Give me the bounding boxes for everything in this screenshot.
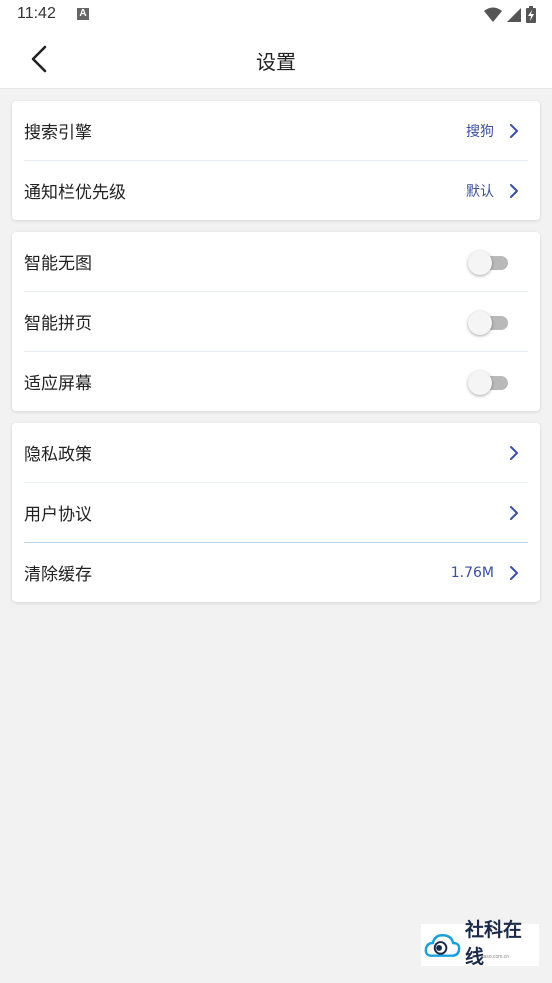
setting-privacy-policy[interactable]: 隐私政策 [24,423,528,483]
a-icon: A [77,8,89,20]
chevron-right-icon [510,123,518,138]
status-bar: 11:42 A [0,0,552,30]
settings-group-general: 搜索引擎 搜狗 通知栏优先级 默认 [12,101,540,220]
battery-charging-icon [526,6,536,23]
chevron-right-icon [510,183,518,198]
setting-clear-cache[interactable]: 清除缓存 1.76M [24,543,528,602]
toggle-knob [468,250,492,275]
setting-label: 智能无图 [24,254,92,274]
cloud-eye-icon [424,934,461,957]
smart-page-join-toggle[interactable] [468,310,508,335]
watermark-subtext: caso.com.cn [481,954,510,960]
fit-screen-toggle[interactable] [468,370,508,395]
status-time: 11:42 [17,5,56,22]
settings-group-about: 隐私政策 用户协议 清除缓存 1.76M [12,423,540,602]
chevron-right-icon [510,445,518,460]
setting-value: 搜狗 [466,123,494,140]
status-icons [484,6,536,23]
chevron-right-icon [510,565,518,580]
cellular-icon [507,7,521,22]
watermark-logo: 社科在线 caso.com.cn [421,919,539,968]
setting-label: 搜索引擎 [24,123,92,143]
chevron-right-icon [510,505,518,520]
wifi-icon [484,7,502,22]
setting-fit-screen: 适应屏幕 [24,352,528,411]
setting-value: 默认 [466,183,494,200]
cache-size: 1.76M [450,564,494,581]
page-title: 设置 [256,50,296,74]
watermark-text: 社科在线 [465,919,523,968]
settings-group-display: 智能无图 智能拼页 适应屏幕 [12,232,540,411]
toggle-knob [468,370,492,395]
setting-label: 隐私政策 [24,445,92,465]
setting-search-engine[interactable]: 搜索引擎 搜狗 [24,101,528,161]
setting-label: 清除缓存 [24,565,92,585]
smart-no-image-toggle[interactable] [468,250,508,275]
setting-label: 适应屏幕 [24,374,92,394]
toggle-knob [468,310,492,335]
setting-label: 通知栏优先级 [24,183,126,203]
setting-user-agreement[interactable]: 用户协议 [24,483,528,543]
setting-smart-no-image: 智能无图 [24,232,528,292]
setting-notification-priority[interactable]: 通知栏优先级 默认 [24,161,528,220]
setting-label: 智能拼页 [24,314,92,334]
app-header: 设置 [0,30,552,89]
setting-smart-page-join: 智能拼页 [24,292,528,352]
setting-label: 用户协议 [24,505,92,525]
